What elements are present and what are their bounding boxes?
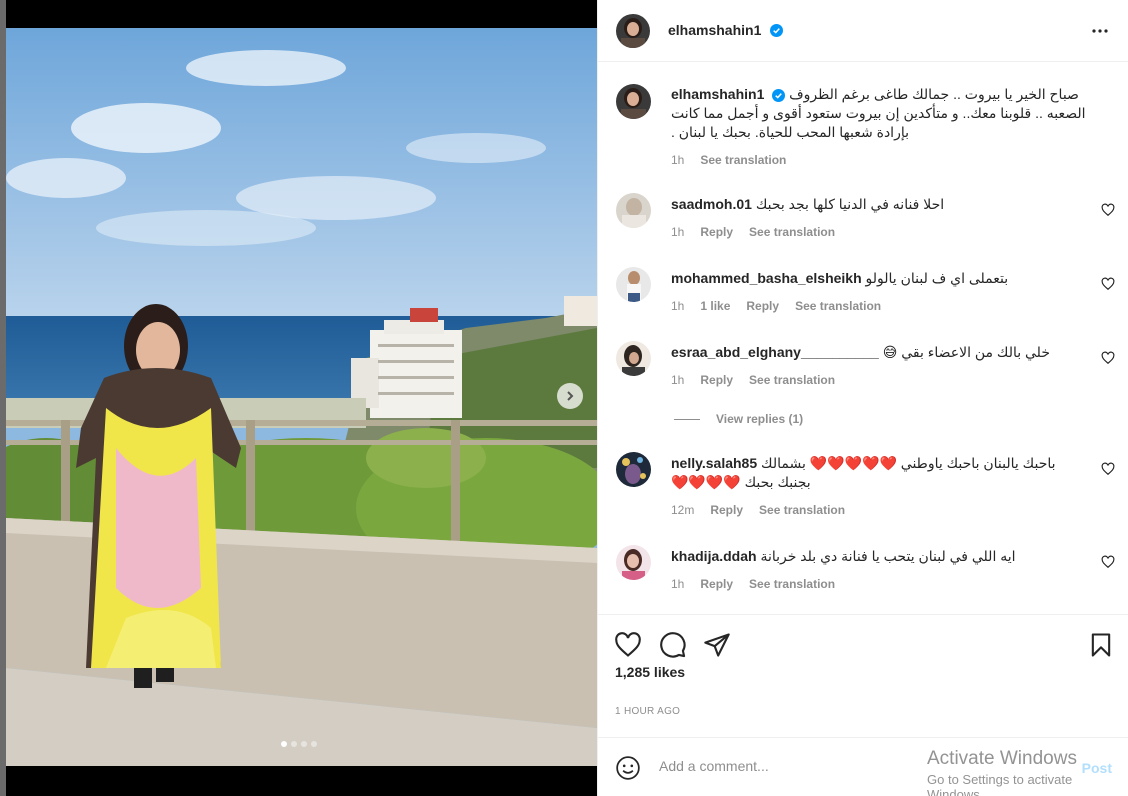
post-timestamp: 1 HOUR AGO bbox=[615, 706, 681, 717]
verified-badge-icon bbox=[772, 88, 786, 102]
carousel-dot bbox=[281, 741, 287, 747]
comment-time: 1h bbox=[671, 373, 685, 387]
comment-body: khadija.ddah ايه اللي في لبنان يتحب يا ف… bbox=[671, 547, 1089, 594]
reply-button[interactable]: Reply bbox=[700, 223, 733, 242]
see-translation-link[interactable]: See translation bbox=[749, 575, 835, 594]
comment-time: 1h bbox=[671, 299, 685, 313]
caption-meta: 1h See translation bbox=[671, 151, 1089, 170]
reply-button[interactable]: Reply bbox=[710, 501, 743, 520]
comment-username[interactable]: esraa_abd_elghany__________ bbox=[671, 344, 879, 360]
reply-button[interactable]: Reply bbox=[700, 575, 733, 594]
comment-text: ايه اللي في لبنان يتحب يا فنانة دي بلد خ… bbox=[760, 548, 1016, 564]
view-replies-line bbox=[674, 418, 700, 420]
like-comment-heart-icon[interactable] bbox=[1101, 462, 1115, 476]
like-comment-heart-icon[interactable] bbox=[1101, 351, 1115, 365]
like-heart-icon[interactable] bbox=[614, 631, 642, 659]
carousel-dot bbox=[291, 741, 297, 747]
caption-username[interactable]: elhamshahin1 bbox=[671, 86, 764, 102]
comment-username[interactable]: khadija.ddah bbox=[671, 548, 757, 564]
comment-body: saadmoh.01 احلا فنانه في الدنيا كلها بجد… bbox=[671, 195, 1089, 242]
add-comment-bar: Post bbox=[598, 737, 1128, 796]
post-photo bbox=[6, 28, 597, 766]
like-comment-heart-icon[interactable] bbox=[1101, 555, 1115, 569]
next-image-button[interactable] bbox=[557, 383, 583, 409]
post-details-panel: elhamshahin1 elhamshahin1 صباح الخير يا … bbox=[597, 0, 1128, 796]
avatar[interactable] bbox=[616, 193, 651, 228]
likes-count[interactable]: 1,285 likes bbox=[615, 664, 685, 680]
carousel-dots bbox=[281, 741, 317, 747]
header-username-wrap: elhamshahin1 bbox=[668, 22, 783, 40]
avatar[interactable] bbox=[616, 341, 651, 376]
avatar[interactable] bbox=[616, 545, 651, 580]
comment-username[interactable]: nelly.salah85 bbox=[671, 455, 757, 471]
avatar[interactable] bbox=[616, 452, 651, 487]
comment-meta: 1h Reply See translation bbox=[671, 223, 1089, 242]
comment-bubble-icon[interactable] bbox=[659, 631, 687, 659]
view-replies-button[interactable]: View replies (1) bbox=[674, 412, 803, 426]
comment-body: mohammed_basha_elsheikh بتعملى اي ف لبنا… bbox=[671, 269, 1089, 316]
caption-time: 1h bbox=[671, 153, 685, 167]
comment-text: بتعملى اي ف لبنان يالولو bbox=[865, 270, 1009, 286]
avatar[interactable] bbox=[616, 14, 650, 48]
reply-button[interactable]: Reply bbox=[700, 371, 733, 390]
like-comment-heart-icon[interactable] bbox=[1101, 277, 1115, 291]
post-comment-button[interactable]: Post bbox=[1082, 760, 1112, 776]
share-paper-plane-icon[interactable] bbox=[703, 631, 731, 659]
comment-username[interactable]: mohammed_basha_elsheikh bbox=[671, 270, 862, 286]
header-username[interactable]: elhamshahin1 bbox=[668, 22, 761, 38]
comment-time: 1h bbox=[671, 577, 685, 591]
carousel-dot bbox=[311, 741, 317, 747]
emoji-icon[interactable] bbox=[615, 755, 641, 781]
chevron-right-icon bbox=[567, 391, 574, 401]
post-header: elhamshahin1 bbox=[598, 0, 1128, 62]
comment-body: nelly.salah85 باحبك يالبنان باحبك ياوطني… bbox=[671, 454, 1089, 520]
carousel-dot bbox=[301, 741, 307, 747]
avatar[interactable] bbox=[616, 84, 651, 119]
post-media bbox=[0, 0, 597, 796]
comments-list: elhamshahin1 صباح الخير يا بيروت .. جمال… bbox=[598, 62, 1128, 614]
see-translation-link[interactable]: See translation bbox=[759, 501, 845, 520]
view-replies-label: View replies (1) bbox=[716, 412, 804, 426]
see-translation-link[interactable]: See translation bbox=[700, 151, 786, 170]
more-options-button[interactable] bbox=[1091, 22, 1109, 45]
comment-time: 1h bbox=[671, 225, 685, 239]
comment-text: خلي بالك من الاعضاء بقي 😅 bbox=[882, 344, 1050, 360]
comment-body: esraa_abd_elghany__________ خلي بالك من … bbox=[671, 343, 1089, 390]
comment-meta: 12m Reply See translation bbox=[671, 501, 1089, 520]
see-translation-link[interactable]: See translation bbox=[749, 371, 835, 390]
comment-meta: 1h Reply See translation bbox=[671, 371, 1089, 390]
see-translation-link[interactable]: See translation bbox=[749, 223, 835, 242]
reply-button[interactable]: Reply bbox=[746, 297, 779, 316]
comment-likes[interactable]: 1 like bbox=[700, 297, 730, 316]
comment-username[interactable]: saadmoh.01 bbox=[671, 196, 752, 212]
comment-text: احلا فنانه في الدنيا كلها بجد بحبك bbox=[755, 196, 945, 212]
caption-body: elhamshahin1 صباح الخير يا بيروت .. جمال… bbox=[671, 85, 1089, 170]
comment-time: 12m bbox=[671, 503, 695, 517]
more-icon bbox=[1092, 29, 1108, 33]
save-bookmark-icon[interactable] bbox=[1087, 631, 1115, 659]
verified-badge-icon bbox=[769, 24, 783, 38]
like-comment-heart-icon[interactable] bbox=[1101, 203, 1115, 217]
comment-input[interactable] bbox=[659, 758, 959, 774]
comment-meta: 1h 1 like Reply See translation bbox=[671, 297, 1089, 316]
see-translation-link[interactable]: See translation bbox=[795, 297, 881, 316]
avatar[interactable] bbox=[616, 267, 651, 302]
comment-meta: 1h Reply See translation bbox=[671, 575, 1089, 594]
